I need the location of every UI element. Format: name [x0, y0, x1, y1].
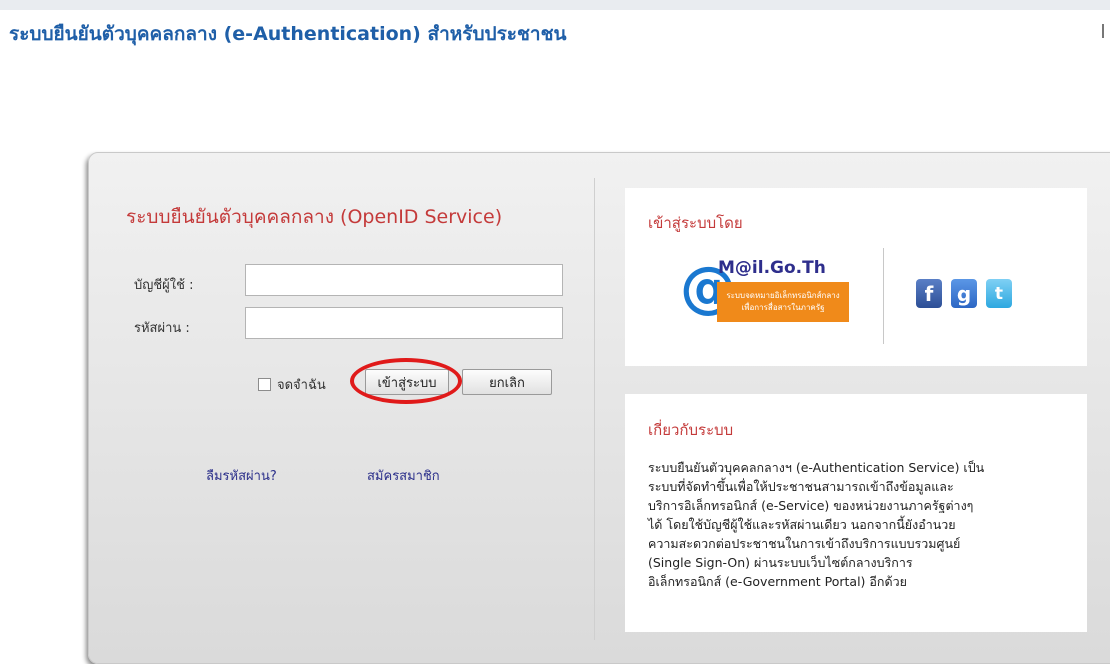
about-line: ระบบยืนยันตัวบุคคลกลางฯ (e-Authenticatio…	[648, 460, 985, 475]
about-line: บริการอิเล็กทรอนิกส์ (e-Service) ของหน่ว…	[648, 498, 974, 513]
remember-me[interactable]: จดจำฉัน	[258, 374, 326, 395]
browser-top-strip	[0, 0, 1110, 10]
remember-checkbox[interactable]	[258, 378, 271, 391]
register-link[interactable]: สมัครสมาชิก	[367, 465, 440, 486]
about-line: อิเล็กทรอนิกส์ (e-Government Portal) อีก…	[648, 574, 907, 589]
username-label: บัญชีผู้ใช้ :	[134, 278, 194, 293]
mail-go-th-logo[interactable]: @ M@il.Go.Th ระบบจดหมายอิเล็กทรอนิกส์กลา…	[680, 258, 852, 324]
about-line: ความสะดวกต่อประชาชนในการเข้าถึงบริการแบบ…	[648, 536, 961, 551]
about-line: (Single Sign-On) ผ่านระบบเว็บไซต์กลางบริ…	[648, 555, 913, 570]
cancel-button[interactable]: ยกเลิก	[462, 369, 552, 395]
about-text: ระบบยืนยันตัวบุคคลกลางฯ (e-Authenticatio…	[648, 458, 1078, 591]
panel-divider	[594, 178, 595, 640]
about-line: ระบบที่จัดทำขึ้นเพื่อให้ประชาชนสามารถเข้…	[648, 479, 954, 494]
logo-separator	[883, 248, 884, 344]
google-icon[interactable]: g	[951, 279, 977, 308]
username-input[interactable]	[245, 264, 563, 296]
about-line: ได้ โดยใช้บัญชีผู้ใช้และรหัสผ่านเดียว นอ…	[648, 517, 956, 532]
page-title: ระบบยืนยันตัวบุคคลกลาง (e-Authentication…	[9, 23, 567, 45]
highlight-circle	[350, 358, 462, 404]
remember-label: จดจำฉัน	[277, 378, 326, 393]
password-label: รหัสผ่าน :	[134, 321, 190, 336]
about-heading: เกี่ยวกับระบบ	[648, 421, 734, 439]
facebook-icon[interactable]: f	[916, 279, 942, 308]
forgot-password-link[interactable]: ลืมรหัสผ่าน?	[206, 465, 277, 486]
twitter-icon[interactable]: t	[986, 279, 1012, 308]
scrollbar-edge[interactable]	[1102, 24, 1110, 38]
login-heading: ระบบยืนยันตัวบุคคลกลาง (OpenID Service)	[126, 206, 503, 228]
sso-heading: เข้าสู่ระบบโดย	[648, 214, 743, 232]
password-input[interactable]	[245, 307, 563, 339]
mail-logo-name: M@il.Go.Th	[718, 258, 826, 278]
mail-logo-tagline: ระบบจดหมายอิเล็กทรอนิกส์กลาง เพื่อการสื่…	[717, 282, 849, 322]
